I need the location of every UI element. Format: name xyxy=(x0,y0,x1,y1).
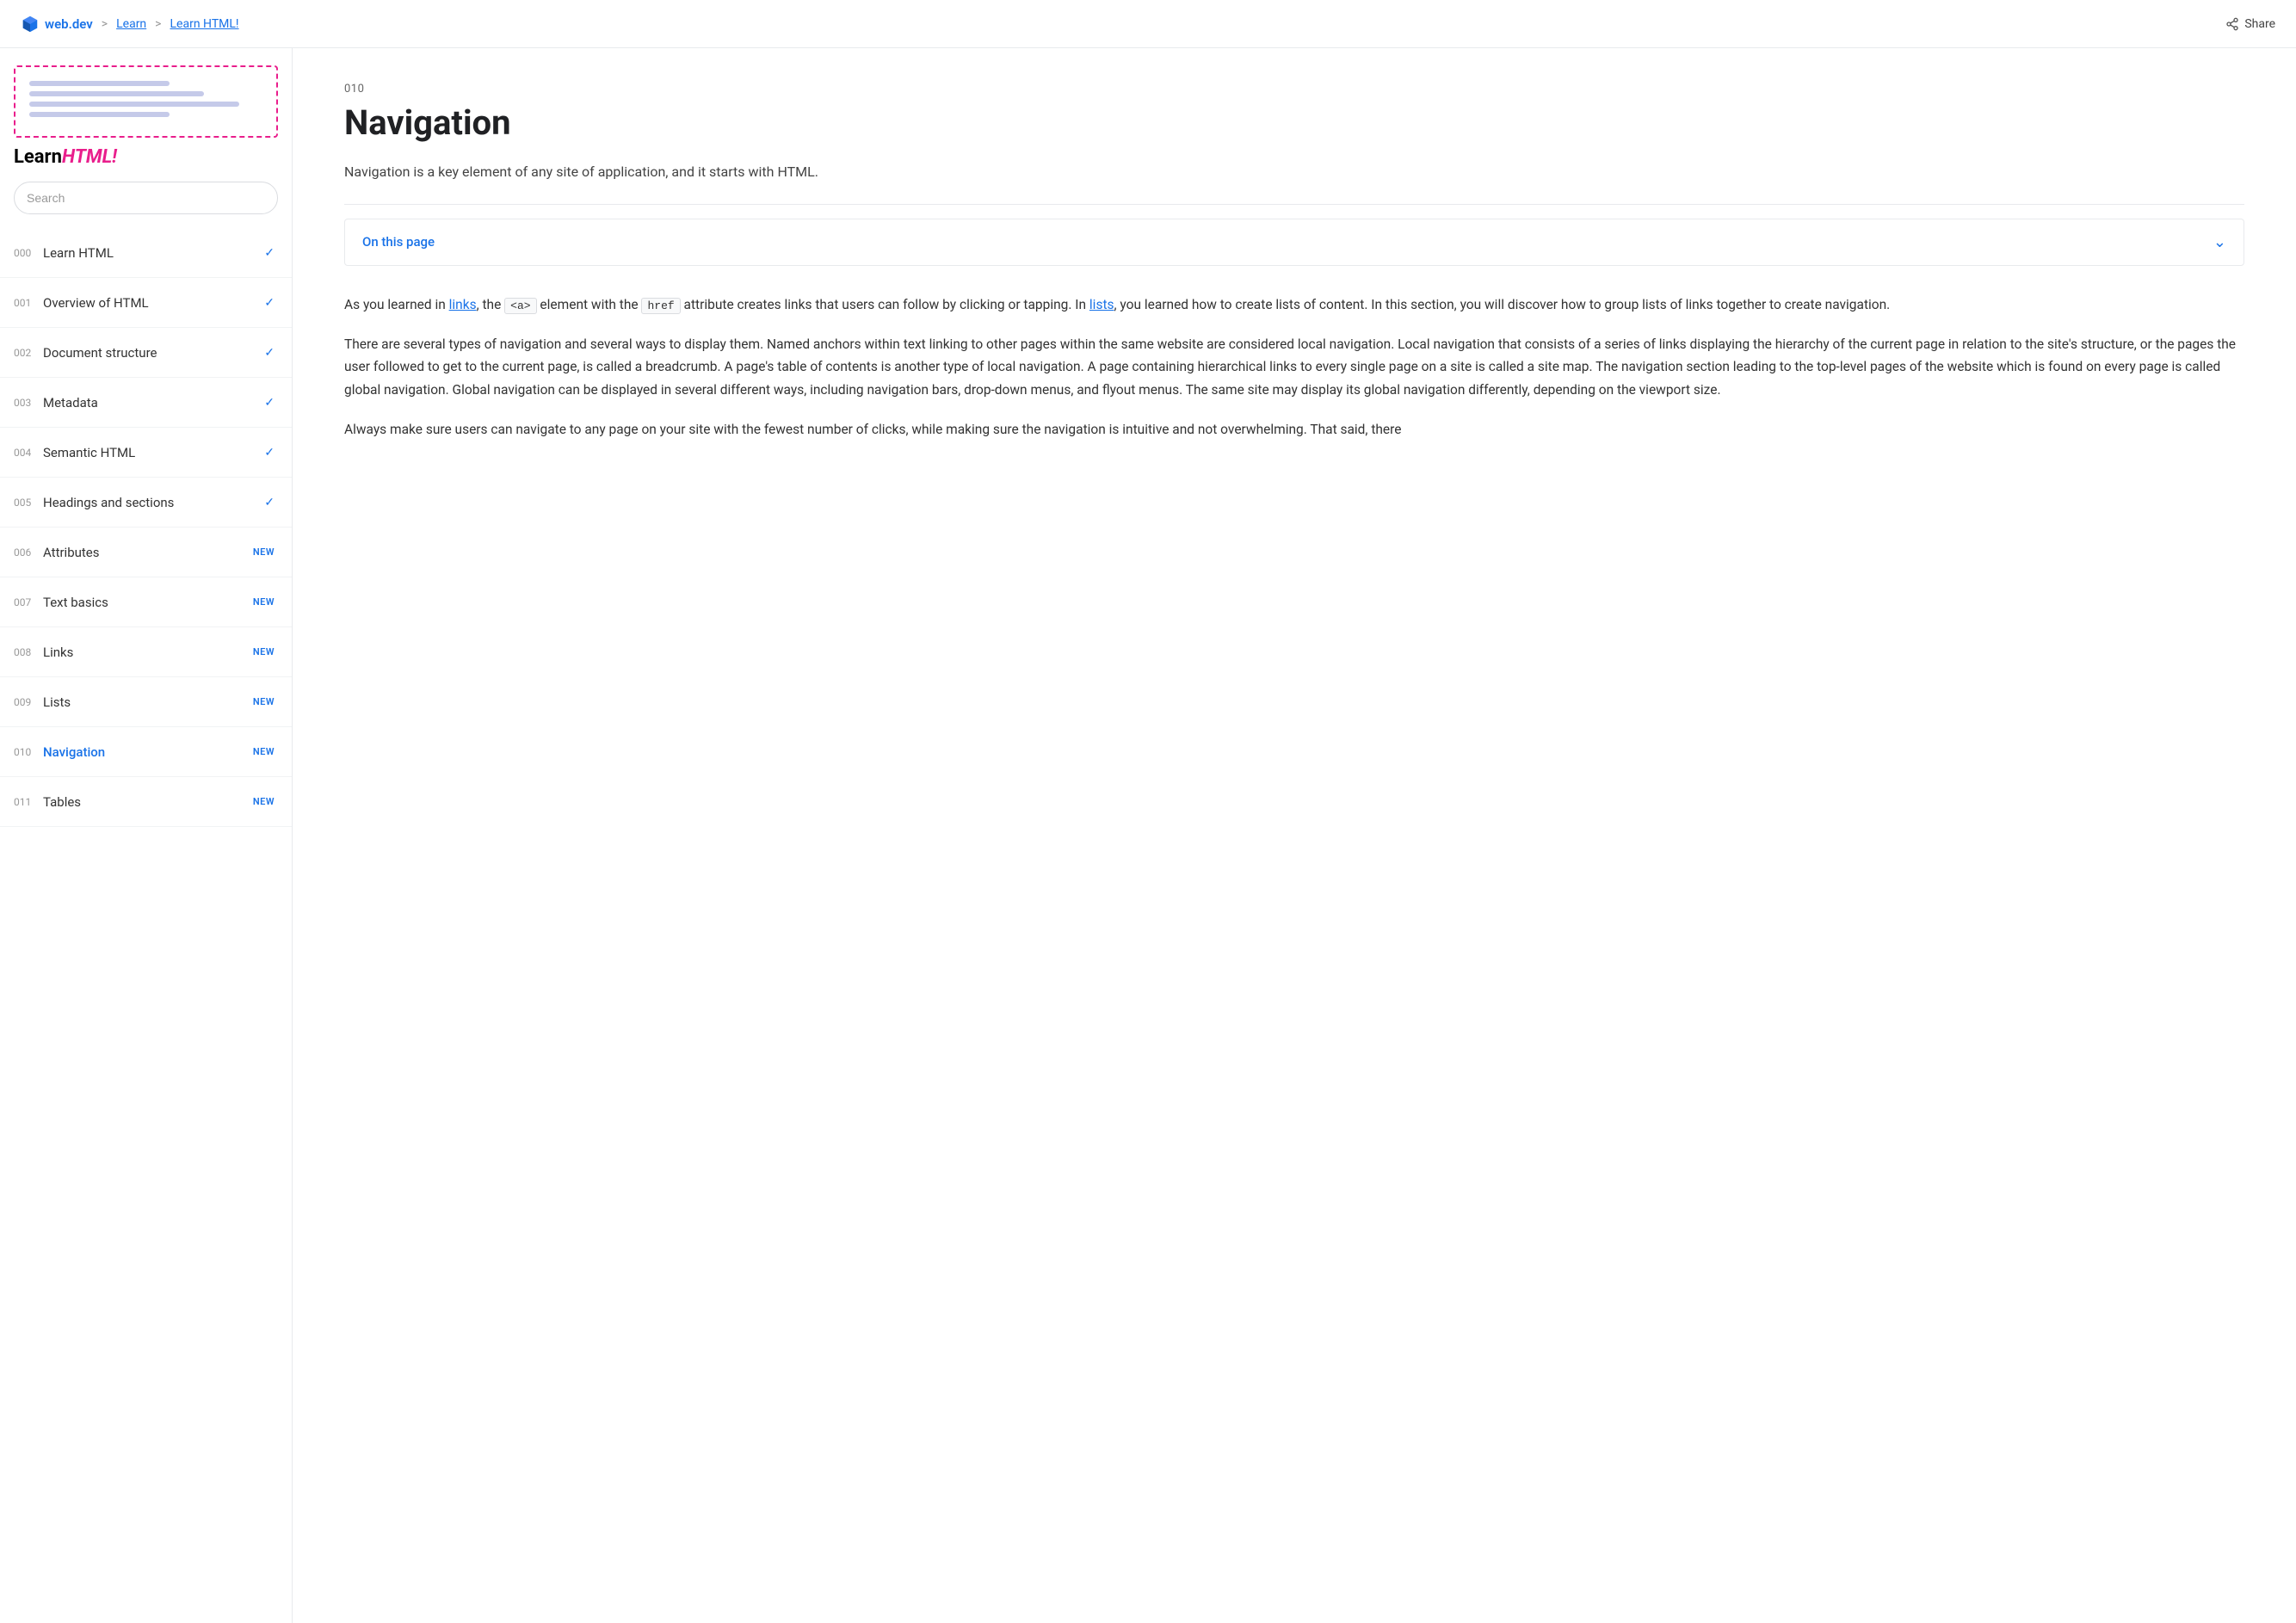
sidebar-item-007[interactable]: 007 Text basics NEW xyxy=(0,577,292,627)
sidebar-item-009[interactable]: 009 Lists NEW xyxy=(0,677,292,727)
nav-num-011: 011 xyxy=(14,796,43,808)
nav-num-002: 002 xyxy=(14,347,43,359)
nav-label-008: Links xyxy=(43,645,253,660)
nav-num-008: 008 xyxy=(14,646,43,658)
share-button[interactable]: Share xyxy=(2225,17,2275,31)
illus-line-1 xyxy=(29,81,170,86)
sidebar-title-html: HTML! xyxy=(62,146,117,168)
search-box xyxy=(14,182,278,214)
search-input[interactable] xyxy=(14,182,278,214)
breadcrumb-sep-2: > xyxy=(155,17,161,31)
sidebar-item-003[interactable]: 003 Metadata ✓ xyxy=(0,378,292,428)
nav-label-001: Overview of HTML xyxy=(43,295,257,311)
main-layout: LearnHTML! 000 Learn HTML ✓ 001 Overview… xyxy=(0,48,2296,1623)
href-attr-code: href xyxy=(641,298,680,314)
nav-check-005: ✓ xyxy=(264,496,275,509)
lesson-intro: Navigation is a key element of any site … xyxy=(344,161,2244,183)
sidebar-item-002[interactable]: 002 Document structure ✓ xyxy=(0,328,292,378)
illus-line-4 xyxy=(29,112,170,117)
nav-num-001: 001 xyxy=(14,297,43,309)
sidebar-item-001[interactable]: 001 Overview of HTML ✓ xyxy=(0,278,292,328)
nav-badge-011: NEW xyxy=(253,796,275,807)
nav-num-009: 009 xyxy=(14,696,43,708)
links-link[interactable]: links xyxy=(449,297,477,312)
chevron-down-icon: ⌄ xyxy=(2213,233,2226,251)
share-label: Share xyxy=(2244,17,2275,31)
sidebar-header: LearnHTML! xyxy=(0,48,292,182)
nav-check-001: ✓ xyxy=(264,296,275,310)
nav-badge-007: NEW xyxy=(253,596,275,608)
nav-label-000: Learn HTML xyxy=(43,245,257,261)
sidebar-item-005[interactable]: 005 Headings and sections ✓ xyxy=(0,478,292,528)
nav-label-002: Document structure xyxy=(43,345,257,361)
on-this-page-toggle[interactable]: On this page ⌄ xyxy=(345,219,2244,265)
lesson-title: Navigation xyxy=(344,102,2244,144)
nav-badge-008: NEW xyxy=(253,646,275,657)
breadcrumb-current[interactable]: Learn HTML! xyxy=(170,17,239,31)
webdev-site-label: web.dev xyxy=(45,16,93,32)
nav-label-010: Navigation xyxy=(43,744,253,760)
content-area: 010 Navigation Navigation is a key eleme… xyxy=(293,48,2296,1623)
sidebar-item-011[interactable]: 011 Tables NEW xyxy=(0,777,292,827)
nav-num-007: 007 xyxy=(14,596,43,608)
sidebar: LearnHTML! 000 Learn HTML ✓ 001 Overview… xyxy=(0,48,293,1623)
content-body: As you learned in links, the <a> element… xyxy=(344,293,2244,441)
lesson-number: 010 xyxy=(344,83,2244,96)
nav-check-003: ✓ xyxy=(264,396,275,410)
nav-label-011: Tables xyxy=(43,794,253,810)
nav-label-007: Text basics xyxy=(43,595,253,610)
nav-num-006: 006 xyxy=(14,546,43,558)
nav-label-009: Lists xyxy=(43,694,253,710)
nav-badge-009: NEW xyxy=(253,696,275,707)
top-bar: web.dev > Learn > Learn HTML! Share xyxy=(0,0,2296,48)
breadcrumb-learn[interactable]: Learn xyxy=(116,17,146,31)
illus-line-3 xyxy=(29,102,239,107)
nav-check-004: ✓ xyxy=(264,446,275,460)
nav-num-004: 004 xyxy=(14,447,43,459)
content-paragraph-2: There are several types of navigation an… xyxy=(344,333,2244,401)
webdev-logo[interactable]: web.dev xyxy=(21,15,93,34)
lists-link[interactable]: lists xyxy=(1089,297,1114,312)
nav-list: 000 Learn HTML ✓ 001 Overview of HTML ✓ … xyxy=(0,228,292,827)
breadcrumb-sep-1: > xyxy=(102,17,108,31)
nav-badge-006: NEW xyxy=(253,546,275,558)
sidebar-item-006[interactable]: 006 Attributes NEW xyxy=(0,528,292,577)
content-paragraph-1: As you learned in links, the <a> element… xyxy=(344,293,2244,316)
nav-badge-010: NEW xyxy=(253,746,275,757)
nav-num-010: 010 xyxy=(14,746,43,758)
nav-check-000: ✓ xyxy=(264,246,275,260)
nav-label-005: Headings and sections xyxy=(43,495,257,510)
nav-label-003: Metadata xyxy=(43,395,257,410)
content-paragraph-3: Always make sure users can navigate to a… xyxy=(344,418,2244,441)
sidebar-title-learn: Learn xyxy=(14,146,62,168)
nav-num-000: 000 xyxy=(14,247,43,259)
top-divider xyxy=(344,204,2244,205)
sidebar-title: LearnHTML! xyxy=(14,146,278,168)
sidebar-item-004[interactable]: 004 Semantic HTML ✓ xyxy=(0,428,292,478)
breadcrumb: web.dev > Learn > Learn HTML! xyxy=(21,15,239,34)
illustration-box xyxy=(14,65,278,138)
nav-label-004: Semantic HTML xyxy=(43,445,257,460)
share-icon xyxy=(2225,17,2239,31)
sidebar-item-010[interactable]: 010 Navigation NEW xyxy=(0,727,292,777)
webdev-logo-icon xyxy=(21,15,40,34)
sidebar-item-000[interactable]: 000 Learn HTML ✓ xyxy=(0,228,292,278)
a-tag-code: <a> xyxy=(504,298,536,314)
nav-check-002: ✓ xyxy=(264,346,275,360)
nav-num-003: 003 xyxy=(14,397,43,409)
sidebar-item-008[interactable]: 008 Links NEW xyxy=(0,627,292,677)
on-this-page-box: On this page ⌄ xyxy=(344,219,2244,266)
illus-line-2 xyxy=(29,91,204,96)
on-this-page-label: On this page xyxy=(362,234,435,250)
nav-num-005: 005 xyxy=(14,497,43,509)
nav-label-006: Attributes xyxy=(43,545,253,560)
